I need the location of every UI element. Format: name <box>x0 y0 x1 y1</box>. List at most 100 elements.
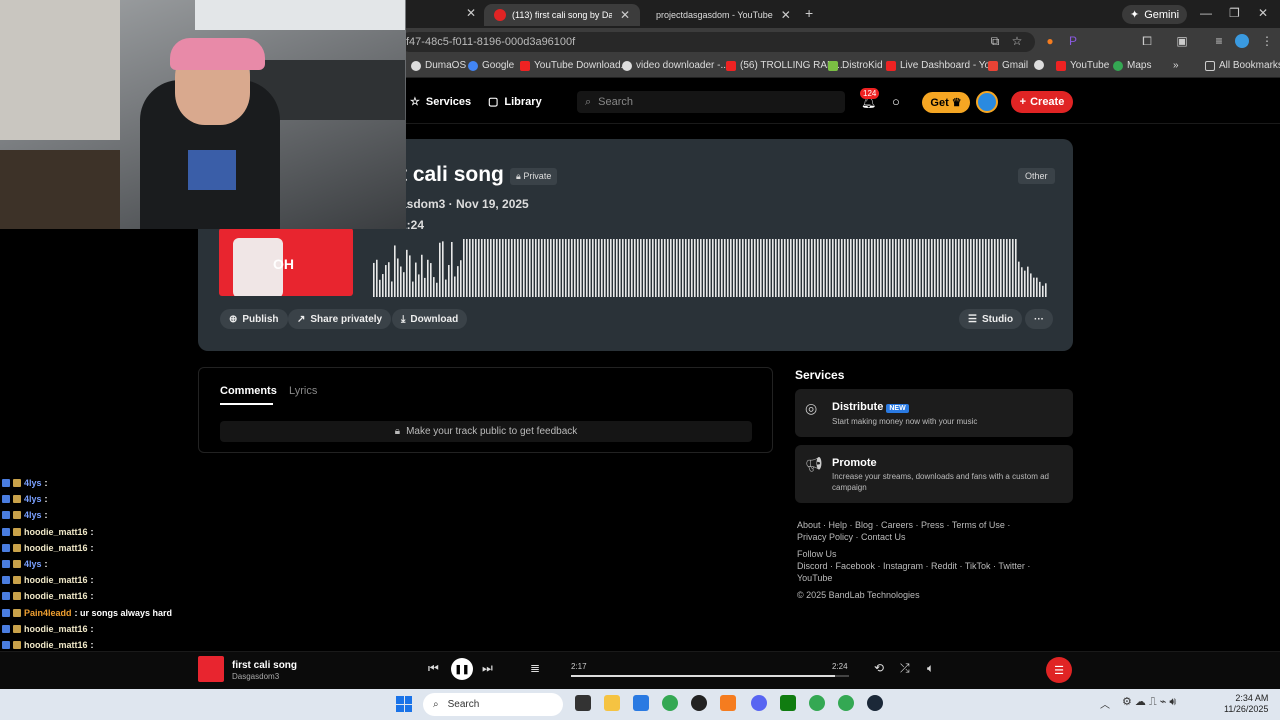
extensions-puzzle-icon[interactable]: ⧠ <box>1140 34 1154 48</box>
new-tab-icon[interactable]: + <box>805 5 813 21</box>
url-text: f47-48c5-f011-8196-000d3a96100f <box>406 36 576 48</box>
bookmark-item[interactable]: DumaOS <box>411 60 466 71</box>
waveform[interactable] <box>373 235 1053 297</box>
search-input[interactable]: ⌕ Search <box>577 91 845 113</box>
get-membership-button[interactable]: Get ♛ <box>922 92 970 113</box>
tab-youtube[interactable]: projectdasgasdom - YouTube ✕ <box>640 4 800 26</box>
bookmark-item[interactable]: Google <box>468 60 514 71</box>
get-label: Get <box>930 96 949 109</box>
app-icon[interactable] <box>691 695 707 711</box>
bookmark-item[interactable]: YouTube Download... <box>520 60 629 71</box>
create-button[interactable]: + Create <box>1011 91 1073 113</box>
bookmark-item[interactable]: Gmail <box>988 60 1028 71</box>
footer-links[interactable]: Privacy Policy · Contact Us <box>797 532 906 542</box>
volume-icon[interactable]: 🔈︎ <box>927 661 934 676</box>
close-window-icon[interactable]: ✕ <box>1258 6 1268 20</box>
extension-icon[interactable]: P <box>1066 34 1080 48</box>
bookmark-item[interactable]: (56) TROLLING RAN... <box>726 60 843 71</box>
chrome-icon[interactable] <box>662 695 678 711</box>
chat-icon[interactable]: ○ <box>892 94 900 109</box>
waveform-bar <box>421 254 423 297</box>
task-view-icon[interactable] <box>575 695 591 711</box>
waveform-bar <box>664 239 666 297</box>
share-privately-button[interactable]: ↗ Share privately <box>288 309 392 329</box>
bookmark-star-icon[interactable]: ☆ <box>1010 34 1024 48</box>
store-icon[interactable] <box>633 695 649 711</box>
chrome-icon[interactable] <box>838 695 854 711</box>
shuffle-icon[interactable]: ⤮ <box>900 661 910 676</box>
menu-kebab-icon[interactable]: ⋮ <box>1260 34 1274 48</box>
download-button[interactable]: ⤓ Download <box>392 309 468 329</box>
all-bookmarks[interactable]: All Bookmarks <box>1205 60 1280 71</box>
studio-button[interactable]: ☰ Studio <box>959 309 1023 329</box>
footer-social[interactable]: Discord · Facebook · Instagram · Reddit … <box>797 561 1030 571</box>
xbox-icon[interactable] <box>780 695 796 711</box>
nav-services[interactable]: ☆ Services <box>410 95 471 109</box>
player-artist[interactable]: Dasgasdom3 <box>232 672 279 681</box>
waveform-bar <box>544 239 546 297</box>
nav-library-label: Library <box>504 95 542 108</box>
chat-username: 4lys <box>24 510 42 521</box>
next-icon[interactable]: ⏭︎ <box>482 661 493 676</box>
windows-start-icon[interactable] <box>396 696 412 712</box>
footer-social[interactable]: YouTube <box>797 573 832 583</box>
waveform-bar <box>382 274 384 297</box>
waveform-bar <box>556 239 558 297</box>
steam-icon[interactable] <box>867 695 883 711</box>
waveform-bar <box>874 239 876 297</box>
more-button[interactable]: ··· <box>1025 309 1053 329</box>
previous-icon[interactable]: ⏮︎ <box>428 661 439 676</box>
tray-chevron-icon[interactable]: ︿ <box>1100 696 1110 711</box>
tab-comments[interactable]: Comments <box>220 385 277 397</box>
file-explorer-icon[interactable] <box>604 695 620 711</box>
chrome-icon[interactable] <box>809 695 825 711</box>
waveform-bar <box>505 239 507 297</box>
install-icon[interactable]: ⧉ <box>988 34 1002 48</box>
player-artwork[interactable] <box>198 656 224 682</box>
media-icon[interactable]: ≡ <box>1212 34 1226 48</box>
sidepanel-icon[interactable]: ▣ <box>1175 34 1189 48</box>
promote-card[interactable]: 📢︎ Promote Increase your streams, downlo… <box>795 445 1073 503</box>
tab-bandlab[interactable]: (113) first cali song by Dasg ✕ <box>484 4 640 26</box>
close-tab-icon[interactable]: ✕ <box>466 6 476 20</box>
repeat-icon[interactable]: ⟲ <box>874 661 884 675</box>
pause-button[interactable]: ❚❚ <box>451 658 473 680</box>
minimize-icon[interactable]: — <box>1200 6 1212 20</box>
waveform-bar <box>709 239 711 297</box>
bookmarks-overflow-icon[interactable]: » <box>1173 60 1179 71</box>
taskbar-search[interactable]: ⌕ Search <box>423 693 563 716</box>
queue-list-icon[interactable]: ≣ <box>530 661 540 675</box>
restore-icon[interactable]: ❐ <box>1229 6 1240 20</box>
publish-button[interactable]: ⊕ Publish <box>220 309 288 329</box>
avatar[interactable] <box>976 91 998 113</box>
lock-icon: 🔒︎ <box>394 426 401 437</box>
taskbar-clock[interactable]: 2:34 AM 11/26/2025 <box>1224 693 1268 715</box>
discord-icon[interactable] <box>751 695 767 711</box>
address-bar[interactable]: f47-48c5-f011-8196-000d3a96100f <box>400 32 1035 52</box>
distribute-card[interactable]: ◎ Distribute NEW Start making money now w… <box>795 389 1073 437</box>
waveform-bar <box>466 239 468 297</box>
bookmark-item[interactable]: Live Dashboard - Yo... <box>886 60 998 71</box>
close-tab-icon[interactable]: ✕ <box>781 8 791 22</box>
waveform-bar <box>757 239 759 297</box>
close-tab-icon[interactable]: ✕ <box>620 8 630 22</box>
bookmark-item[interactable]: Maps <box>1113 60 1151 71</box>
bookmark-item[interactable]: YouTube <box>1056 60 1109 71</box>
player-title[interactable]: first cali song <box>232 660 297 671</box>
profile-avatar[interactable] <box>1235 34 1249 48</box>
tray-icons[interactable]: ⚙ ☁ ⎍ ⌁ 🔊︎ <box>1122 695 1176 709</box>
tab-lyrics[interactable]: Lyrics <box>289 385 317 397</box>
queue-button[interactable]: ☰ <box>1046 657 1072 683</box>
waveform-bar <box>877 239 879 297</box>
bookmark-item[interactable]: video downloader -... <box>622 60 729 71</box>
bookmark-item[interactable]: DistroKid <box>828 60 883 71</box>
app-icon[interactable] <box>720 695 736 711</box>
bookmark-item[interactable] <box>1034 60 1044 70</box>
nav-library[interactable]: ▢ Library <box>488 95 542 109</box>
gemini-button[interactable]: ✦ Gemini <box>1122 5 1188 24</box>
webcam-overlay <box>0 0 406 229</box>
footer-links[interactable]: About · Help · Blog · Careers · Press · … <box>797 520 1010 530</box>
waveform-bar <box>550 239 552 297</box>
extension-icon[interactable]: ● <box>1043 34 1057 48</box>
track-artwork[interactable]: OH <box>219 228 353 296</box>
